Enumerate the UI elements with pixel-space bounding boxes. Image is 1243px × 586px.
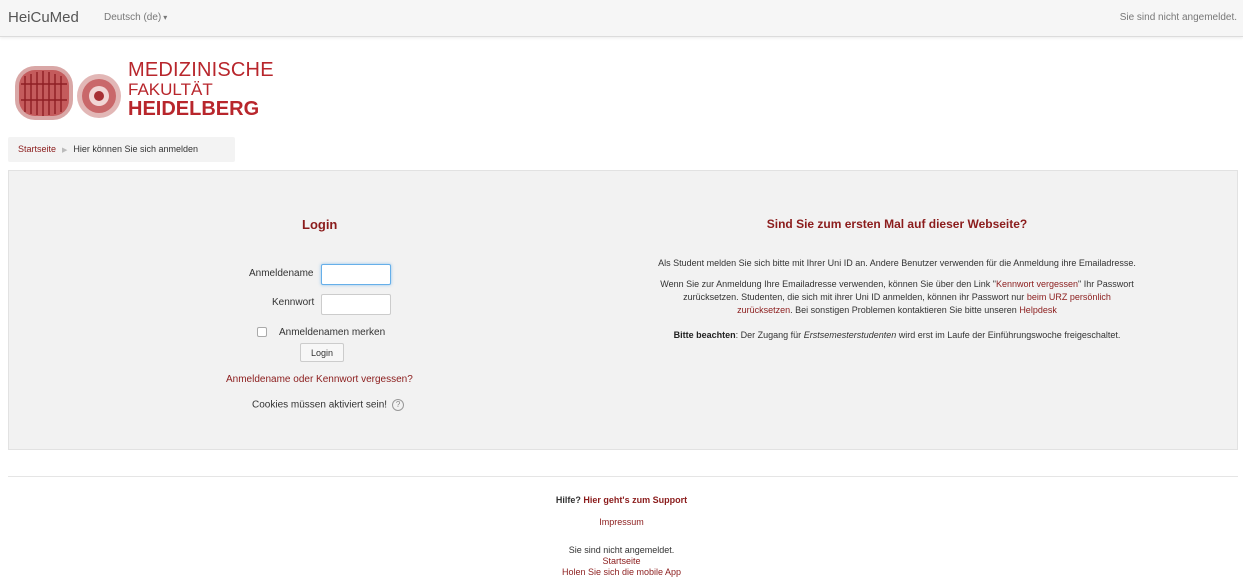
- forgot-credentials-link[interactable]: Anmeldename oder Kennwort vergessen?: [226, 374, 413, 385]
- info-p2-text-b: " Ihr Passwort: [1078, 279, 1134, 289]
- remember-label: Anmeldenamen merken: [279, 327, 386, 338]
- info-paragraph-3: Bitte beachten: Der Zugang für Erstsemes…: [617, 329, 1177, 342]
- info-p2-text-d: . Bei sonstigen Problemen kontaktieren S…: [790, 305, 1020, 315]
- breadcrumb-current: Hier können Sie sich anmelden: [73, 144, 198, 154]
- login-status: Sie sind nicht angemeldet.: [1119, 12, 1237, 23]
- info-p2-text-c: zurücksetzen. Studenten, die sich mit ih…: [683, 292, 1027, 302]
- cookies-notice: Cookies müssen aktiviert sein!?: [252, 399, 405, 411]
- cookies-text: Cookies müssen aktiviert sein!: [252, 399, 388, 411]
- login-button[interactable]: Login: [300, 343, 344, 362]
- info-note-label: Bitte beachten: [673, 330, 736, 340]
- breadcrumb-separator-icon: ▶: [62, 147, 68, 154]
- mobile-app-link[interactable]: Holen Sie sich die mobile App: [562, 567, 681, 577]
- top-navbar: HeiCuMed Deutsch (de) ▾ Sie sind nicht an…: [0, 0, 1243, 37]
- info-p3-text-b: wird erst im Laufe der Einführungswoche …: [896, 330, 1121, 340]
- login-title: Login: [302, 217, 338, 232]
- info-p2-text-a: Wenn Sie zur Anmeldung Ihre Emailadresse…: [660, 279, 996, 289]
- urz-reset-link-part2[interactable]: zurücksetzen: [737, 305, 790, 315]
- logo-line-2: FAKULTÄT: [128, 80, 213, 99]
- password-input[interactable]: [321, 294, 391, 315]
- logo-text: MEDIZINISCHE FAKULTÄT HEIDELBERG: [128, 60, 274, 119]
- footer-impressum-row: Impressum: [0, 517, 1243, 527]
- logo-line-3: HEIDELBERG: [128, 98, 260, 120]
- password-label: Kennwort: [272, 297, 315, 308]
- helpdesk-link[interactable]: Helpdesk: [1019, 305, 1057, 315]
- footer-divider: [8, 476, 1238, 477]
- help-icon[interactable]: ?: [392, 399, 405, 411]
- username-input[interactable]: [321, 264, 391, 285]
- info-paragraph-1: Als Student melden Sie sich bitte mit Ih…: [658, 258, 1136, 268]
- breadcrumb: Startseite ▶ Hier können Sie sich anmelden: [8, 137, 235, 162]
- chevron-down-icon: ▾: [163, 13, 168, 22]
- login-form: Login Anmeldename Kennwort Anmeldenamen …: [9, 171, 649, 449]
- info-paragraph-2: Wenn Sie zur Anmeldung Ihre Emailadresse…: [617, 278, 1177, 317]
- language-label: Deutsch (de): [104, 12, 162, 23]
- info-p3-text-a: : Der Zugang für: [735, 330, 804, 340]
- remember-username[interactable]: Anmeldenamen merken: [257, 327, 385, 338]
- faculty-logo[interactable]: MEDIZINISCHE FAKULTÄT HEIDELBERG: [13, 60, 283, 126]
- info-p3-italic: Erstsemesterstudenten: [803, 330, 897, 340]
- remember-checkbox[interactable]: [257, 327, 267, 338]
- username-label: Anmeldename: [249, 268, 314, 279]
- footer-help: Hilfe? Hier geht's zum Support: [0, 495, 1243, 505]
- footer-home-row: Startseite: [0, 556, 1243, 566]
- info-title: Sind Sie zum ersten Mal auf dieser Webse…: [766, 217, 1028, 231]
- university-seal-icon: [15, 66, 121, 120]
- login-panel: Login Anmeldename Kennwort Anmeldenamen …: [8, 170, 1238, 450]
- breadcrumb-home-link[interactable]: Startseite: [18, 144, 56, 154]
- footer-mobile-app-row: Holen Sie sich die mobile App: [0, 567, 1243, 577]
- footer-login-status: Sie sind nicht angemeldet.: [568, 545, 675, 555]
- urz-reset-link-part1[interactable]: beim URZ persönlich: [1027, 292, 1111, 302]
- password-forgot-link[interactable]: Kennwort vergessen: [996, 279, 1078, 289]
- logo-line-1: MEDIZINISCHE: [128, 59, 274, 81]
- support-link[interactable]: Hier geht's zum Support: [583, 495, 687, 505]
- language-menu[interactable]: Deutsch (de) ▾: [104, 12, 167, 23]
- brand-link[interactable]: HeiCuMed: [8, 9, 79, 26]
- impressum-link[interactable]: Impressum: [599, 517, 644, 527]
- first-visit-info: Sind Sie zum ersten Mal auf dieser Webse…: [617, 171, 1177, 449]
- footer-home-link[interactable]: Startseite: [602, 556, 640, 566]
- footer-help-prefix: Hilfe?: [555, 495, 584, 505]
